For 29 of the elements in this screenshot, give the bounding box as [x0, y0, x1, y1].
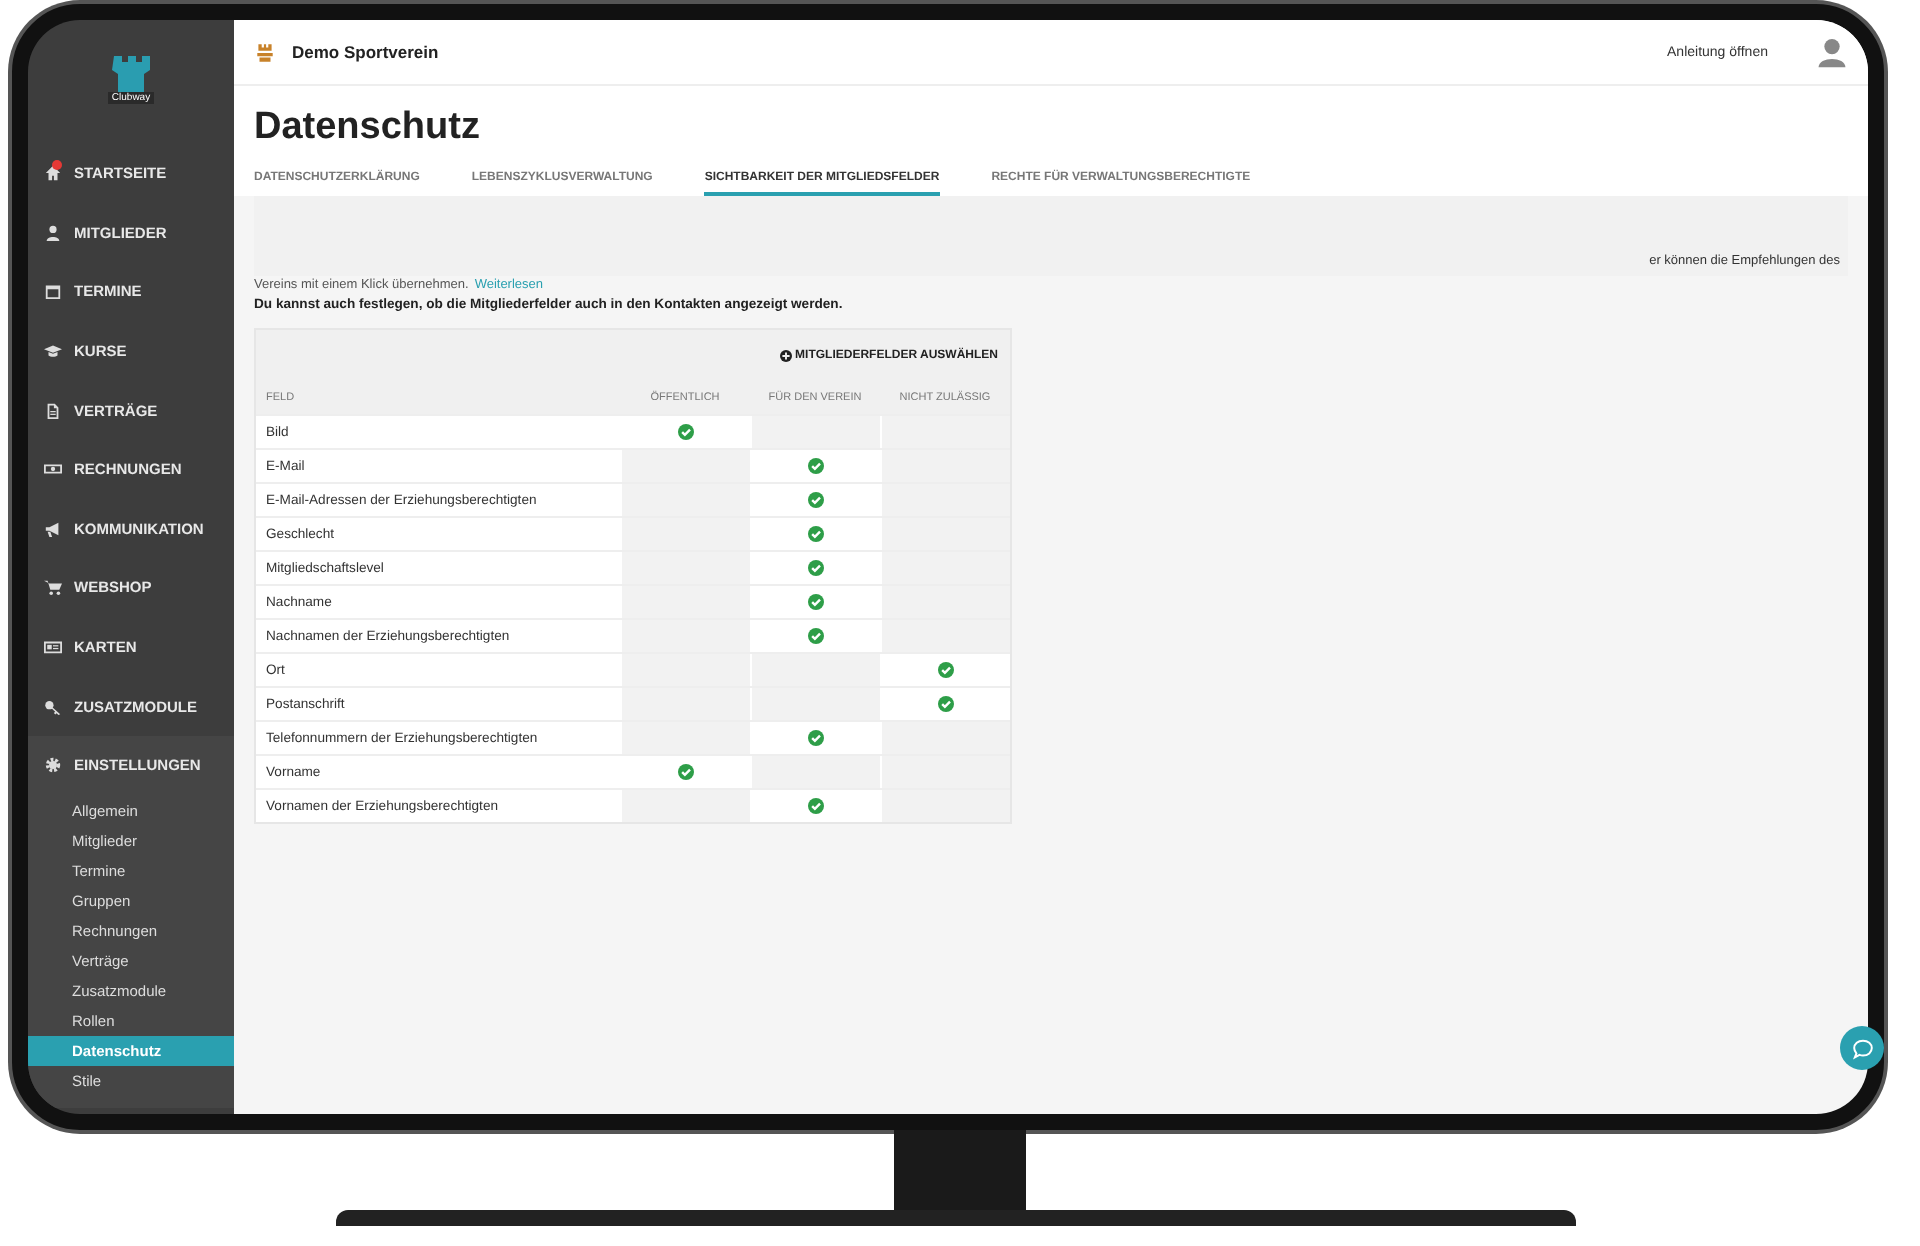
banknote-icon: [44, 460, 62, 479]
chat-bubble-icon: [1851, 1037, 1873, 1059]
check-icon: [808, 560, 824, 576]
person-icon: [44, 223, 62, 242]
check-icon: [678, 424, 694, 440]
home-icon: [44, 164, 62, 183]
check-icon: [808, 628, 824, 644]
document-icon: [44, 401, 62, 420]
id-card-icon: [44, 638, 62, 657]
graduation-cap-icon: [44, 342, 62, 361]
check-icon: [808, 730, 824, 746]
check-icon: [808, 526, 824, 542]
calendar-icon: [44, 282, 62, 301]
check-icon: [808, 458, 824, 474]
page-title: Datenschutz: [254, 106, 482, 150]
check-icon: [808, 492, 824, 508]
gear-icon: [44, 756, 62, 775]
avatar-icon[interactable]: [1816, 36, 1848, 68]
club-crest-icon: [254, 41, 276, 63]
check-icon: [678, 764, 694, 780]
check-icon: [808, 594, 824, 610]
check-icon: [938, 696, 954, 712]
megaphone-icon: [44, 519, 62, 538]
check-icon: [808, 798, 824, 814]
plus-circle-icon: [779, 349, 792, 361]
check-icon: [938, 662, 954, 678]
key-icon: [44, 697, 62, 716]
club-name: Demo Sportverein: [292, 42, 441, 62]
cart-icon: [44, 578, 62, 597]
